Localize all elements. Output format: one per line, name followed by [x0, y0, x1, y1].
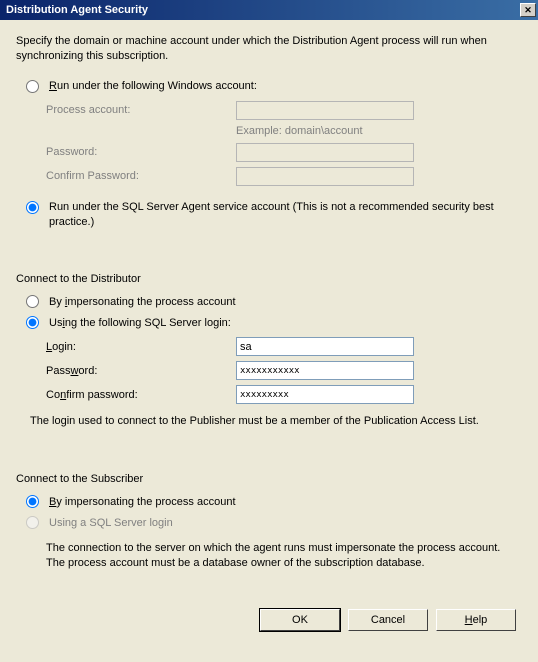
window-title: Distribution Agent Security: [6, 4, 520, 16]
sub-sql-login-radio: [26, 516, 39, 529]
confirm-input-1: [236, 167, 414, 186]
login-row: Login:: [46, 337, 522, 356]
dist-sql-login-radio[interactable]: [26, 316, 39, 329]
confirm-label-1: Confirm Password:: [46, 170, 236, 182]
help-button[interactable]: Help: [436, 609, 516, 631]
close-button[interactable]: ✕: [520, 3, 536, 17]
login-label: Login:: [46, 341, 236, 353]
run-windows-radio[interactable]: [26, 80, 39, 93]
ok-button[interactable]: OK: [260, 609, 340, 631]
distributor-note: The login used to connect to the Publish…: [30, 414, 522, 429]
sub-impersonate-label: By impersonating the process account: [49, 496, 236, 508]
confirm-row-1: Confirm Password:: [46, 167, 522, 186]
distributor-header: Connect to the Distributor: [16, 273, 522, 285]
run-windows-label: Run under the following Windows account:: [49, 80, 257, 92]
sub-impersonate-radio[interactable]: [26, 495, 39, 508]
subscriber-note: The connection to the server on which th…: [46, 541, 522, 571]
sub-sql-login-label: Using a SQL Server login: [49, 517, 173, 529]
subscriber-header: Connect to the Subscriber: [16, 473, 522, 485]
dist-sql-login-option[interactable]: Using the following SQL Server login:: [16, 316, 522, 329]
sub-impersonate-option[interactable]: By impersonating the process account: [16, 495, 522, 508]
run-sql-agent-radio[interactable]: [26, 201, 39, 214]
password-input-1: [236, 143, 414, 162]
run-windows-account-option[interactable]: Run under the following Windows account:: [16, 80, 522, 93]
login-input[interactable]: [236, 337, 414, 356]
dist-confirm-row: Confirm password:: [46, 385, 522, 404]
dist-impersonate-label: By impersonating the process account: [49, 296, 236, 308]
password-label-1: Password:: [46, 146, 236, 158]
run-sql-agent-label: Run under the SQL Server Agent service a…: [49, 200, 522, 230]
dist-password-label: Password:: [46, 365, 236, 377]
title-bar: Distribution Agent Security ✕: [0, 0, 538, 20]
cancel-button[interactable]: Cancel: [348, 609, 428, 631]
password-row-1: Password:: [46, 143, 522, 162]
intro-text: Specify the domain or machine account un…: [16, 34, 522, 64]
process-account-input: [236, 101, 414, 120]
button-row: OK Cancel Help: [16, 609, 522, 631]
process-account-row: Process account:: [46, 101, 522, 120]
dist-sql-login-label: Using the following SQL Server login:: [49, 317, 231, 329]
dist-confirm-input[interactable]: [236, 385, 414, 404]
dist-password-input[interactable]: [236, 361, 414, 380]
process-account-label: Process account:: [46, 104, 236, 116]
dialog-content: Specify the domain or machine account un…: [0, 20, 538, 641]
example-text: Example: domain\account: [236, 125, 522, 137]
run-sql-agent-option[interactable]: Run under the SQL Server Agent service a…: [16, 200, 522, 230]
sub-sql-login-option: Using a SQL Server login: [16, 516, 522, 529]
dist-password-row: Password:: [46, 361, 522, 380]
dist-confirm-label: Confirm password:: [46, 389, 236, 401]
dist-impersonate-radio[interactable]: [26, 295, 39, 308]
dist-impersonate-option[interactable]: By impersonating the process account: [16, 295, 522, 308]
